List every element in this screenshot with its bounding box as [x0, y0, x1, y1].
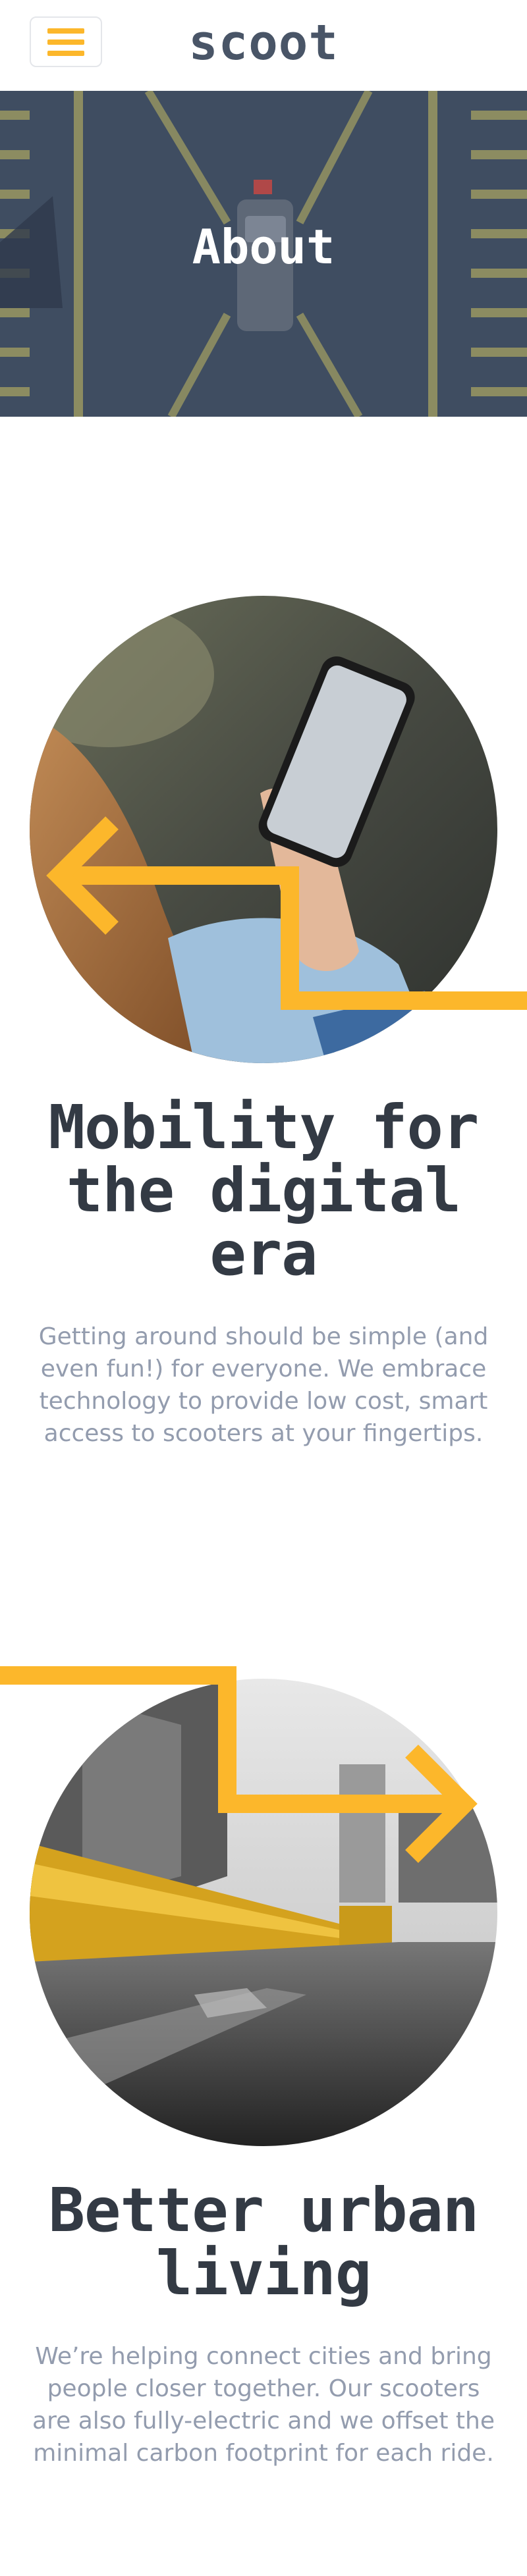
- page-title: About: [192, 219, 335, 275]
- site-logo[interactable]: scoot: [0, 14, 527, 71]
- site-header: scoot: [0, 0, 527, 91]
- right-arrow-decoration-icon: [0, 1666, 478, 1863]
- title-line: living: [155, 2238, 372, 2309]
- title-line: era: [209, 1219, 318, 1289]
- section-text-urban: We’re helping connect cities and bring p…: [32, 2343, 495, 2467]
- title-line: Better urban: [48, 2175, 480, 2246]
- left-arrow-decoration-icon: [46, 816, 527, 1010]
- section-title-urban: Better urban living: [20, 2179, 507, 2305]
- page-hero: About: [0, 91, 527, 417]
- section-text-mobility: Getting around should be simple (and eve…: [38, 1323, 489, 1447]
- section-title-mobility: Mobility for the digital era: [20, 1096, 507, 1286]
- title-line: the digital: [66, 1155, 461, 1226]
- title-line: Mobility for: [48, 1092, 480, 1163]
